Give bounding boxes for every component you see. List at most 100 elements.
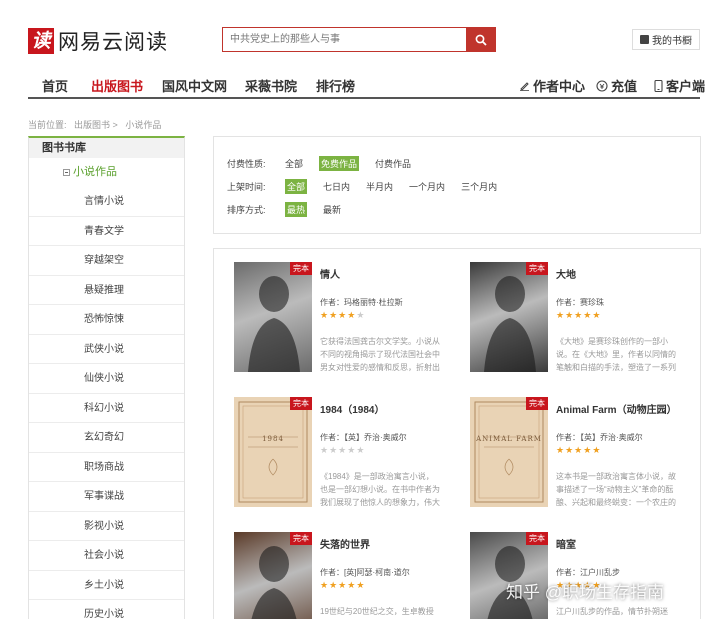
sidebar-item[interactable]: 军事谍战	[29, 482, 184, 512]
book-author: 作者：江户川乱步	[556, 568, 620, 577]
book-cover[interactable]: 完本	[234, 262, 312, 372]
book-card[interactable]: 完本 失落的世界 作者：[英]阿瑟·柯南·道尔 ★★★★★ 19世纪与20世纪之交，生卓…	[214, 519, 434, 619]
recharge-label: 充值	[611, 79, 638, 94]
breadcrumb-current[interactable]: 小说作品	[125, 120, 161, 130]
rating-stars: ★★★★★	[556, 445, 601, 456]
book-description: 这本书是一部政治寓言体小说，故事描述了一场“动物主义”革命的酝酿、兴起和最终蜕变…	[556, 472, 676, 507]
sidebar-item[interactable]: 仙侠小说	[29, 364, 184, 394]
sidebar-item[interactable]: 悬疑推理	[29, 276, 184, 305]
bookshelf-icon	[640, 35, 649, 44]
sidebar-item[interactable]: 玄幻奇幻	[29, 423, 184, 453]
book-title[interactable]: Animal Farm（动物庄园）	[556, 401, 677, 416]
book-card[interactable]: 完本 情人 作者：玛格丽特·杜拉斯 ★★★★★ 它获得法国龚古尔文学奖。小说从不同的视角…	[214, 249, 440, 372]
filter-option-selected[interactable]: 全部	[285, 179, 308, 194]
filter-option[interactable]: 半月内	[366, 180, 393, 193]
filter-row-payment: 付费性质: 全部 免费作品 付费作品	[227, 156, 427, 171]
filter-option[interactable]: 三个月内	[461, 180, 497, 193]
book-card[interactable]: ANIMAL FARM 完本 Animal Farm（动物庄园） 作者：【英】乔治·奥…	[450, 384, 677, 507]
nav-ranking[interactable]: 排行榜	[316, 76, 355, 95]
star-icon: ★	[574, 445, 584, 455]
my-bookshelf-button[interactable]: 我的书橱	[632, 29, 700, 50]
sidebar-item[interactable]: 科幻小说	[29, 394, 184, 423]
star-icon: ★	[347, 445, 357, 455]
book-cover[interactable]: 完本	[470, 532, 548, 619]
book-cover[interactable]: ANIMAL FARM 完本	[470, 397, 548, 507]
filter-option[interactable]: 最新	[323, 203, 341, 216]
book-card[interactable]: 完本 大地 作者：赛珍珠 ★★★★★ 《大地》是赛珍珠创作的一部小说。在《大地》里，作者…	[450, 249, 676, 372]
search-input[interactable]	[223, 28, 466, 51]
star-icon: ★	[574, 310, 584, 320]
book-title[interactable]: 暗室	[556, 536, 576, 551]
filter-label: 上架时间:	[227, 182, 266, 192]
breadcrumb-published[interactable]: 出版图书 >	[74, 120, 118, 130]
nav-home[interactable]: 首页	[42, 76, 68, 95]
nav-published-books[interactable]: 出版图书	[91, 76, 143, 95]
completed-badge: 完本	[290, 532, 312, 545]
nav-author-center[interactable]: 作者中心	[519, 76, 585, 95]
rating-stars: ★★★★★	[320, 310, 365, 321]
filter-option[interactable]: 一个月内	[409, 180, 445, 193]
book-author: 作者：赛珍珠	[556, 298, 604, 307]
sidebar-item[interactable]: 乡土小说	[29, 571, 184, 600]
coin-icon	[596, 79, 608, 92]
star-icon: ★	[347, 580, 357, 590]
book-card[interactable]: 完本 暗室 作者：江户川乱步 ★★★★★ 江户川乱步的作品，情节扑朔迷	[450, 519, 668, 619]
completed-badge: 完本	[526, 532, 548, 545]
book-title[interactable]: 失落的世界	[320, 536, 370, 551]
nav-guofeng[interactable]: 国风中文网	[162, 76, 227, 95]
search-button[interactable]	[466, 28, 495, 51]
star-icon: ★	[356, 445, 366, 455]
cover-title: ANIMAL FARM	[476, 435, 542, 443]
sidebar-item[interactable]: 恐怖惊悚	[29, 305, 184, 335]
main-nav: 首页 出版图书 国风中文网 采薇书院 排行榜 作者中心 充值 客户端	[28, 70, 705, 99]
filter-row-sort: 排序方式: 最热 最新	[227, 202, 357, 217]
nav-recharge[interactable]: 充值	[596, 76, 637, 95]
star-icon: ★	[329, 310, 339, 320]
filter-option[interactable]: 付费作品	[375, 157, 411, 170]
sidebar-item[interactable]: 社会小说	[29, 541, 184, 571]
sidebar-item[interactable]: 影视小说	[29, 512, 184, 541]
book-description: 《大地》是赛珍珠创作的一部小说。在《大地》里，作者以同情的笔触和白描的手法，塑造…	[556, 337, 676, 372]
sidebar-item[interactable]: 穿越架空	[29, 246, 184, 276]
book-description: 它获得法国龚古尔文学奖。小说从不同的视角揭示了现代法国社会中男女对性爱的感情和反…	[320, 337, 440, 372]
star-icon: ★	[356, 580, 366, 590]
star-icon: ★	[592, 310, 602, 320]
book-description: 《1984》是一部政治寓言小说，也是一部幻想小说。在书中作者为我们展现了他惊人的…	[320, 472, 440, 507]
book-card[interactable]: 1984 完本 1984（1984） 作者：【英】乔治·奥威尔 ★★★★★ 《1984》是…	[214, 384, 440, 507]
client-label: 客户端	[666, 79, 706, 94]
sidebar-item[interactable]: 职场商战	[29, 453, 184, 482]
star-icon: ★	[338, 310, 348, 320]
filter-option-selected[interactable]: 最热	[285, 202, 308, 217]
filter-option[interactable]: 全部	[285, 157, 303, 170]
book-title[interactable]: 大地	[556, 266, 576, 281]
sidebar-group-label: 小说作品	[73, 166, 117, 178]
book-author: 作者：【英】乔治·奥威尔	[320, 433, 407, 442]
sidebar-item[interactable]: 言情小说	[29, 187, 184, 217]
book-cover[interactable]: 完本	[470, 262, 548, 372]
book-cover[interactable]: 完本	[234, 532, 312, 619]
bookshelf-label: 我的书橱	[652, 36, 692, 47]
sidebar-item[interactable]: 历史小说	[29, 600, 184, 619]
nav-caiwei[interactable]: 采薇书院	[245, 76, 297, 95]
star-icon: ★	[320, 310, 330, 320]
star-icon: ★	[347, 310, 357, 320]
book-cover[interactable]: 1984 完本	[234, 397, 312, 507]
sidebar-group-fiction[interactable]: 小说作品	[29, 158, 184, 187]
phone-icon	[654, 79, 663, 92]
filter-option-selected[interactable]: 免费作品	[319, 156, 360, 171]
star-icon: ★	[565, 445, 575, 455]
brand-logo[interactable]: 读 网易云阅读	[28, 26, 168, 56]
filter-panel: 付费性质: 全部 免费作品 付费作品 上架时间: 全部 七日内 半月内 一个月内…	[213, 136, 701, 234]
filter-option[interactable]: 七日内	[323, 180, 350, 193]
star-icon: ★	[320, 580, 330, 590]
brand-name: 网易云阅读	[58, 31, 168, 54]
star-icon: ★	[329, 580, 339, 590]
star-icon: ★	[320, 445, 330, 455]
sidebar-item[interactable]: 武侠小说	[29, 335, 184, 364]
pen-icon	[520, 82, 529, 91]
completed-badge: 完本	[526, 262, 548, 275]
book-title[interactable]: 1984（1984）	[320, 401, 385, 416]
nav-client[interactable]: 客户端	[654, 76, 705, 95]
sidebar-item[interactable]: 青春文学	[29, 217, 184, 246]
book-title[interactable]: 情人	[320, 266, 340, 281]
